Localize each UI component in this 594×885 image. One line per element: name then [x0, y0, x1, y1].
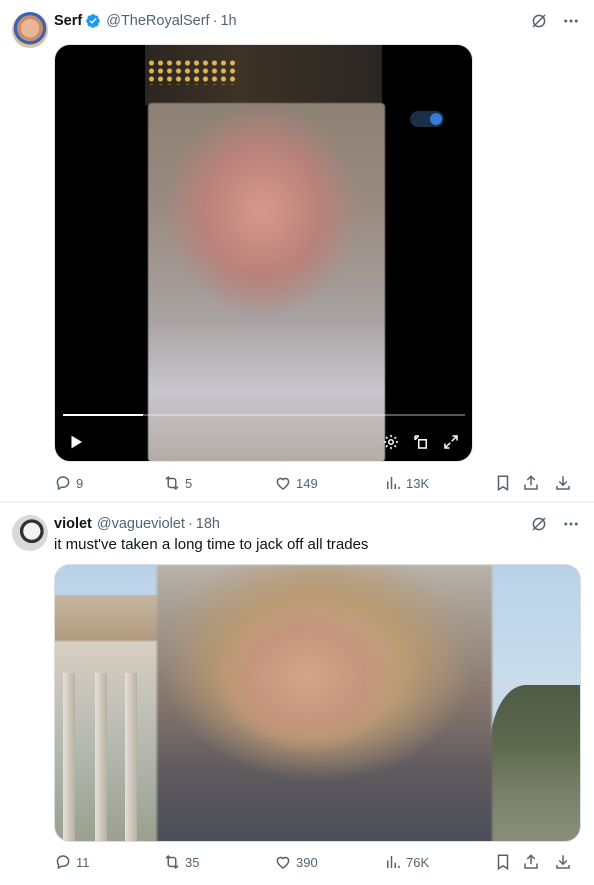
- share-button[interactable]: [522, 473, 540, 493]
- bookmark-icon: [497, 475, 509, 492]
- user-handle[interactable]: @TheRoyalSerf: [106, 13, 209, 29]
- tweet-actions: 11 35 390 76K: [54, 852, 576, 872]
- separator-dot: ·: [187, 516, 193, 532]
- tweet-text: it must've taken a long time to jack off…: [54, 536, 369, 553]
- views-chart-icon: [387, 856, 400, 868]
- more-options-icon[interactable]: [562, 12, 580, 30]
- grok-icon[interactable]: [530, 515, 548, 533]
- more-options-icon[interactable]: [562, 515, 580, 533]
- bookmark-icon: [497, 854, 509, 871]
- reply-icon: [56, 855, 70, 870]
- view-count: 76K: [406, 854, 430, 870]
- view-count: 13K: [406, 475, 430, 491]
- picture-in-picture-icon[interactable]: [412, 433, 430, 451]
- reply-button[interactable]: 9: [54, 473, 83, 493]
- fullscreen-icon[interactable]: [442, 433, 460, 451]
- download-button[interactable]: [554, 473, 572, 493]
- verified-badge-icon: [86, 14, 101, 28]
- tweet-image[interactable]: [54, 564, 581, 842]
- gear-icon[interactable]: [382, 433, 400, 451]
- tweet-header: violet @vagueviolet · 18h: [54, 514, 220, 534]
- timestamp[interactable]: 18h: [196, 516, 220, 532]
- separator-dot: ·: [212, 13, 218, 29]
- reply-icon: [56, 476, 70, 491]
- retweet-count: 5: [185, 475, 193, 491]
- reply-count: 11: [76, 854, 90, 870]
- views-button[interactable]: 13K: [384, 473, 429, 493]
- display-name[interactable]: Serf: [54, 13, 82, 29]
- retweet-button[interactable]: 35: [163, 852, 199, 872]
- views-button[interactable]: 76K: [384, 852, 429, 872]
- retweet-icon: [165, 854, 179, 870]
- retweet-count: 35: [185, 854, 200, 870]
- tweet-top-icons: [530, 515, 580, 533]
- share-icon: [524, 475, 538, 490]
- tweet-actions: 9 5 149 13K: [54, 473, 576, 493]
- video-overlay-toggle: [410, 111, 444, 127]
- ruin-column: [125, 673, 137, 841]
- share-button[interactable]: [522, 852, 540, 872]
- download-button[interactable]: [554, 852, 572, 872]
- string-lights: [147, 59, 239, 85]
- ruin-column: [95, 673, 107, 841]
- timestamp[interactable]: 1h: [220, 13, 236, 29]
- tweet-1[interactable]: Serf @TheRoyalSerf · 1h 9 5 149 13K: [0, 0, 594, 502]
- blurred-person: [157, 565, 492, 841]
- like-button[interactable]: 390: [274, 852, 318, 872]
- trees-background: [490, 685, 580, 841]
- ruin-column: [63, 673, 75, 841]
- avatar[interactable]: [12, 12, 48, 48]
- like-count: 390: [296, 854, 318, 870]
- bookmark-button[interactable]: [494, 473, 512, 493]
- tweet-header: Serf @TheRoyalSerf · 1h: [54, 11, 237, 31]
- like-button[interactable]: 149: [274, 473, 318, 493]
- video-progress-bar[interactable]: [63, 414, 465, 416]
- retweet-button[interactable]: 5: [163, 473, 192, 493]
- display-name[interactable]: violet: [54, 516, 92, 532]
- download-icon: [556, 476, 570, 490]
- tweet-top-icons: [530, 12, 580, 30]
- blurred-video-frame: [148, 103, 385, 461]
- video-progress-fill: [63, 414, 144, 416]
- reply-button[interactable]: 11: [54, 852, 90, 872]
- heart-icon: [276, 477, 290, 490]
- retweet-icon: [165, 475, 179, 491]
- avatar[interactable]: [12, 515, 48, 551]
- grok-icon[interactable]: [530, 12, 548, 30]
- download-icon: [556, 855, 570, 869]
- play-icon[interactable]: [67, 433, 85, 451]
- views-chart-icon: [387, 477, 400, 489]
- user-handle[interactable]: @vagueviolet: [97, 516, 185, 532]
- reply-count: 9: [76, 475, 84, 491]
- heart-icon: [276, 856, 290, 869]
- video-player[interactable]: [54, 44, 473, 462]
- share-icon: [524, 854, 538, 869]
- bookmark-button[interactable]: [494, 852, 512, 872]
- like-count: 149: [296, 475, 318, 491]
